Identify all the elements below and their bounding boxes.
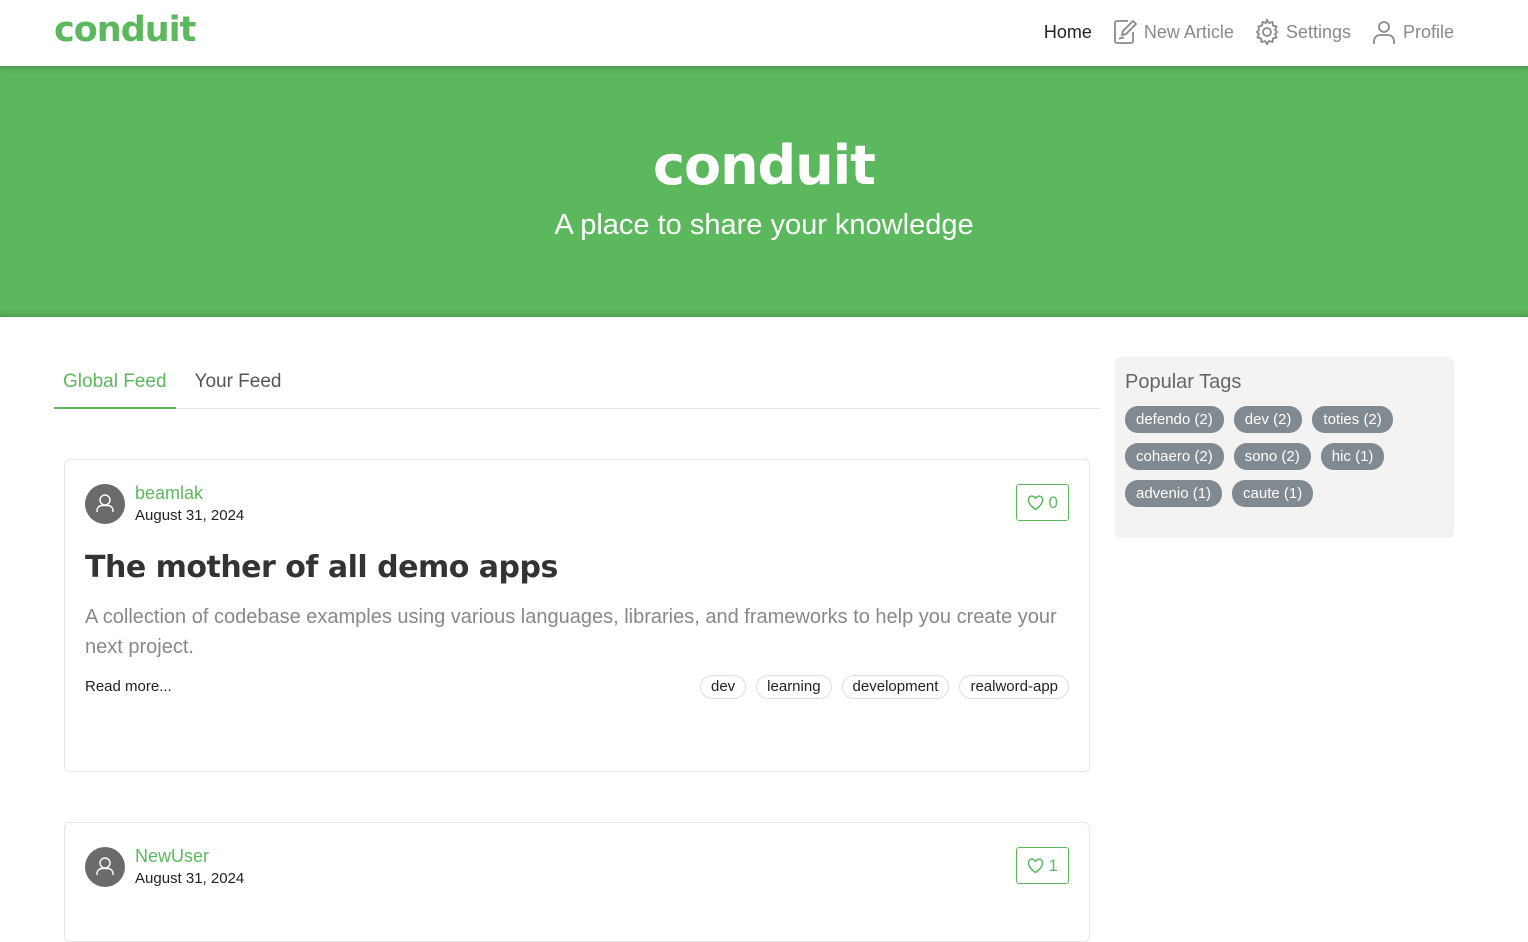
tag-pill[interactable]: cohaero (2): [1125, 443, 1224, 470]
read-more-link[interactable]: Read more...: [85, 678, 172, 695]
user-icon: [96, 494, 114, 512]
article-tag-list: dev learning development realword-app: [699, 675, 1069, 699]
nav-new-article[interactable]: New Article: [1112, 18, 1234, 46]
navbar: conduit Home New Article Settings Profil…: [0, 0, 1528, 66]
author-avatar[interactable]: [85, 484, 125, 524]
author-avatar[interactable]: [85, 847, 125, 887]
article-preview: beamlak August 31, 2024 0 The mother of …: [64, 459, 1090, 772]
favorite-count: 1: [1048, 855, 1058, 875]
gear-icon: [1255, 18, 1279, 46]
article-preview: NewUser August 31, 2024 1: [64, 822, 1090, 942]
tag-pill[interactable]: defendo (2): [1125, 406, 1224, 433]
edit-icon: [1113, 19, 1138, 44]
hero-banner: conduit A place to share your knowledge: [0, 66, 1528, 317]
banner-title: conduit: [653, 134, 876, 197]
article-description: A collection of codebase examples using …: [85, 606, 1057, 658]
brand-logo[interactable]: conduit: [54, 10, 196, 50]
nav-settings-label: Settings: [1285, 21, 1351, 42]
article-tag: realword-app: [959, 675, 1069, 699]
article-title[interactable]: The mother of all demo apps: [85, 550, 558, 585]
article-date: August 31, 2024: [135, 507, 245, 524]
nav-settings[interactable]: Settings: [1254, 18, 1351, 46]
favorite-count: 0: [1048, 492, 1058, 512]
nav-menu: Home New Article Settings Profile: [1044, 18, 1454, 46]
tab-your-feed[interactable]: Your Feed: [186, 358, 291, 409]
nav-profile-label: Profile: [1402, 21, 1454, 42]
nav-home[interactable]: Home: [1044, 22, 1092, 43]
author-link[interactable]: NewUser: [135, 846, 209, 867]
article-tag: learning: [756, 675, 832, 699]
sidebar-title: Popular Tags: [1125, 371, 1242, 393]
tag-pill[interactable]: toties (2): [1312, 406, 1393, 433]
favorite-button[interactable]: 0: [1015, 484, 1069, 521]
tag-pill[interactable]: caute (1): [1232, 480, 1314, 507]
heart-icon: [1027, 494, 1043, 510]
nav-home-label: Home: [1043, 21, 1092, 42]
user-icon: [1373, 21, 1395, 44]
author-link[interactable]: beamlak: [135, 483, 203, 504]
feed-tabs: Global Feed Your Feed: [54, 358, 1100, 409]
tag-cloud: defendo (2) dev (2) toties (2) cohaero (…: [1125, 406, 1425, 507]
user-icon: [96, 857, 114, 875]
article-date: August 31, 2024: [135, 870, 245, 887]
nav-new-article-label: New Article: [1143, 21, 1234, 42]
popular-tags-sidebar: Popular Tags defendo (2) dev (2) toties …: [1115, 357, 1454, 538]
heart-icon: [1027, 857, 1043, 873]
tag-pill[interactable]: hic (1): [1320, 443, 1385, 470]
nav-profile[interactable]: Profile: [1371, 18, 1454, 46]
tag-pill[interactable]: advenio (1): [1125, 480, 1223, 507]
favorite-button[interactable]: 1: [1015, 847, 1069, 884]
tab-global-feed[interactable]: Global Feed: [54, 358, 176, 409]
article-tag: development: [841, 675, 950, 699]
tag-pill[interactable]: sono (2): [1233, 443, 1311, 470]
banner-subtitle: A place to share your knowledge: [554, 209, 974, 241]
article-tag: dev: [699, 675, 747, 699]
tag-pill[interactable]: dev (2): [1233, 406, 1303, 433]
